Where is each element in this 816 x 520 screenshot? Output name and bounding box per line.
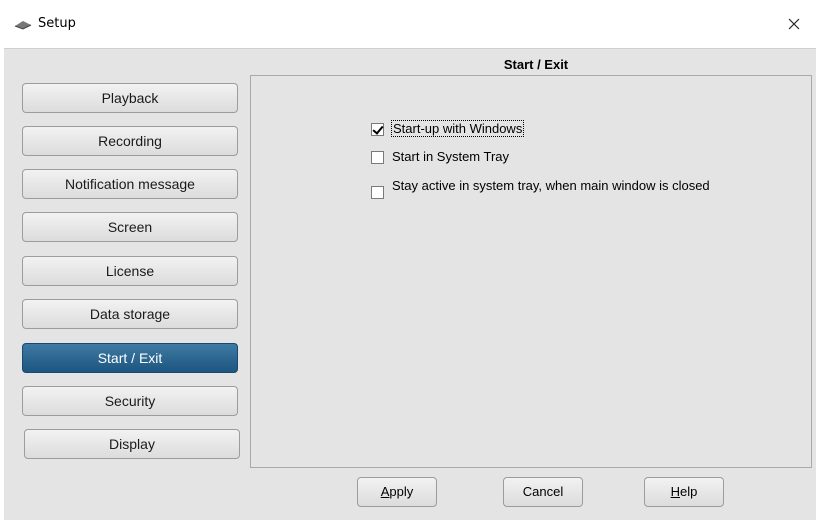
sidebar-item-screen[interactable]: Screen	[22, 212, 238, 242]
checkbox-stay-active-in-tray[interactable]	[371, 186, 384, 199]
sidebar-item-recording[interactable]: Recording	[22, 126, 238, 156]
option-label: Start in System Tray	[392, 149, 510, 164]
option-stay-active-in-tray[interactable]: Stay active in system tray, when main wi…	[371, 178, 711, 199]
sidebar-item-data-storage[interactable]: Data storage	[22, 299, 238, 329]
option-label: Start-up with Windows	[390, 120, 525, 137]
option-start-in-system-tray[interactable]: Start in System Tray	[371, 149, 509, 164]
close-button[interactable]	[772, 8, 816, 40]
apply-button[interactable]: Apply	[357, 477, 437, 507]
option-label: Stay active in system tray, when main wi…	[392, 178, 710, 193]
checkbox-startup-with-windows[interactable]	[371, 123, 384, 136]
checkbox-start-in-system-tray[interactable]	[371, 151, 384, 164]
sidebar-item-start-exit[interactable]: Start / Exit	[22, 343, 238, 373]
sidebar-item-notification-message[interactable]: Notification message	[22, 169, 238, 199]
sidebar-item-license[interactable]: License	[22, 256, 238, 286]
cancel-button[interactable]: Cancel	[503, 477, 583, 507]
sidebar-item-playback[interactable]: Playback	[22, 83, 238, 113]
window-title: Setup	[38, 16, 76, 31]
help-button[interactable]: Help	[644, 477, 724, 507]
sidebar-item-display[interactable]: Display	[24, 429, 240, 459]
options-panel: Start-up with Windows Start in System Tr…	[250, 75, 812, 468]
app-icon	[14, 21, 32, 30]
close-icon	[788, 18, 800, 30]
title-bar: Setup	[0, 0, 816, 48]
dialog-client: Playback Recording Notification message …	[4, 48, 816, 520]
section-title: Start / Exit	[503, 57, 569, 72]
option-startup-with-windows[interactable]: Start-up with Windows	[371, 120, 525, 137]
sidebar-item-security[interactable]: Security	[22, 386, 238, 416]
